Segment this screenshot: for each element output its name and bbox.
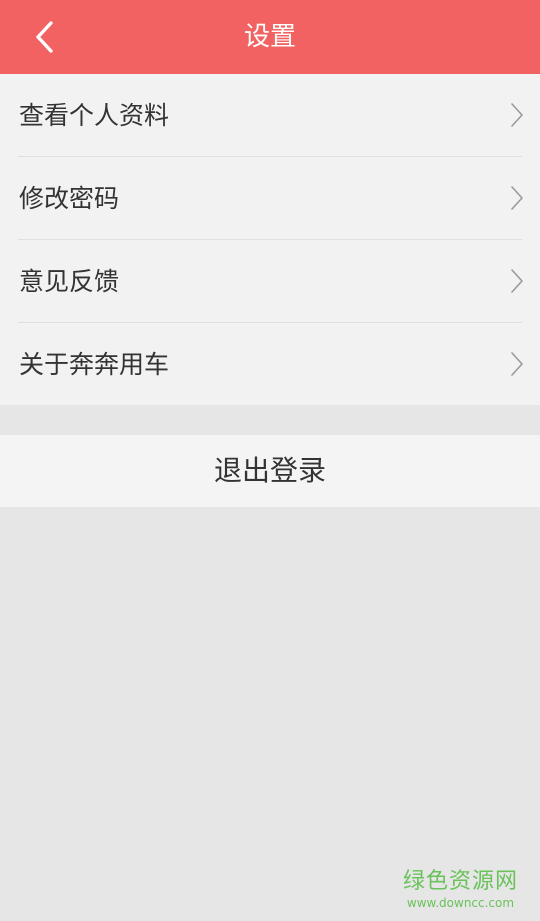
chevron-right-icon [511,103,523,127]
chevron-right-icon [511,186,523,210]
watermark: 绿色资源网 www.downcc.com [403,868,518,910]
menu-item-change-password[interactable]: 修改密码 [0,157,540,240]
menu-item-label: 查看个人资料 [19,101,170,130]
menu-item-about[interactable]: 关于奔奔用车 [0,323,540,406]
watermark-url: www.downcc.com [406,896,515,910]
menu-item-label: 意见反馈 [19,267,120,296]
app-header: 设置 [0,0,540,74]
menu-item-label: 修改密码 [19,184,120,213]
menu-item-profile[interactable]: 查看个人资料 [0,74,540,157]
menu-item-label: 关于奔奔用车 [19,350,170,379]
chevron-right-icon [511,352,523,376]
page-title: 设置 [243,22,296,52]
settings-menu: 查看个人资料 修改密码 意见反馈 关于奔奔用车 [0,74,540,405]
chevron-right-icon [511,269,523,293]
menu-item-feedback[interactable]: 意见反馈 [0,240,540,323]
watermark-title: 绿色资源网 [402,869,518,894]
logout-button[interactable]: 退出登录 [0,435,540,507]
